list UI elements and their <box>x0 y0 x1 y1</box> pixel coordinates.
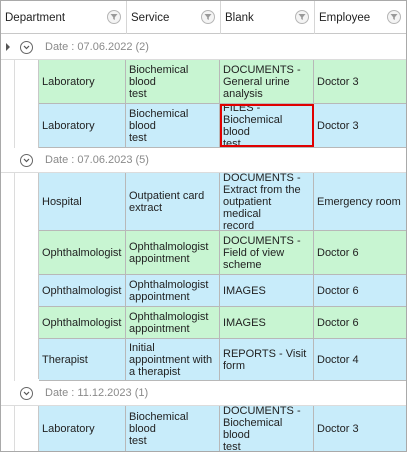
cell-service[interactable]: Ophthalmologist appointment <box>126 231 220 274</box>
cell-text: FILES - Biochemical blood test <box>223 104 283 147</box>
column-header-label: Blank <box>225 11 254 24</box>
group-row[interactable]: Date : 07.06.2023 (5) <box>1 148 406 173</box>
group-label: Date : 07.06.2022 (2) <box>45 41 149 53</box>
cell-text: REPORTS - Visit form <box>223 347 307 372</box>
cell-text: Ophthalmologist appointment <box>129 310 209 335</box>
column-header-label: Employee <box>319 11 371 24</box>
cell-department[interactable]: Laboratory <box>39 406 126 451</box>
cell-service[interactable]: Biochemical blood test <box>126 60 220 103</box>
cell-department[interactable]: Ophthalmologist <box>39 307 126 338</box>
cell-text: Doctor 4 <box>317 353 359 366</box>
cell-service[interactable]: Biochemical blood test <box>126 406 220 451</box>
cell-text: Ophthalmologist <box>42 284 122 297</box>
column-header-label: Department <box>5 11 66 24</box>
table-row[interactable]: Ophthalmologist Ophthalmologist appointm… <box>39 231 406 275</box>
filter-icon[interactable] <box>201 10 215 24</box>
cell-department[interactable]: Laboratory <box>39 104 126 147</box>
cell-employee[interactable]: Doctor 6 <box>314 307 406 338</box>
collapse-icon[interactable] <box>20 387 33 400</box>
column-header-employee[interactable]: Employee <box>315 1 406 34</box>
group-label: Date : 11.12.2023 (1) <box>45 387 149 399</box>
cell-department[interactable]: Therapist <box>39 339 126 380</box>
current-row-indicator-icon <box>6 43 10 51</box>
table-row[interactable]: Laboratory Biochemical blood test DOCUME… <box>39 406 406 452</box>
filter-icon[interactable] <box>107 10 121 24</box>
cell-employee[interactable]: Doctor 6 <box>314 275 406 306</box>
table-row[interactable]: Ophthalmologist Ophthalmologist appointm… <box>39 307 406 339</box>
cell-service[interactable]: Ophthalmologist appointment <box>126 307 220 338</box>
cell-text: Doctor 6 <box>317 246 359 259</box>
table-row[interactable]: Laboratory Biochemical blood test DOCUME… <box>39 60 406 104</box>
cell-text: Therapist <box>42 353 88 366</box>
cell-text: DOCUMENTS - Field of view scheme <box>223 234 301 271</box>
group-indent <box>15 60 39 148</box>
filter-icon[interactable] <box>295 10 309 24</box>
cell-text: Hospital <box>42 195 82 208</box>
table-row[interactable]: Hospital Outpatient card extract DOCUMEN… <box>39 173 406 231</box>
cell-service[interactable]: Ophthalmologist appointment <box>126 275 220 306</box>
cell-text: Outpatient card extract <box>129 189 205 214</box>
cell-text: Doctor 3 <box>317 423 359 435</box>
cell-employee[interactable]: Doctor 3 <box>314 104 406 147</box>
column-header-service[interactable]: Service <box>127 1 221 34</box>
cell-text: DOCUMENTS - Biochemical blood test <box>223 406 301 452</box>
cell-text: Laboratory <box>42 119 95 132</box>
cell-text: Laboratory <box>42 423 95 435</box>
group-row[interactable]: Date : 07.06.2022 (2) <box>1 35 406 60</box>
cell-blank[interactable]: IMAGES <box>220 307 314 338</box>
cell-employee[interactable]: Doctor 6 <box>314 231 406 274</box>
column-header-blank[interactable]: Blank <box>221 1 315 34</box>
cell-department[interactable]: Ophthalmologist <box>39 231 126 274</box>
cell-blank[interactable]: DOCUMENTS - General urine analysis <box>220 60 314 103</box>
cell-text: DOCUMENTS - General urine analysis <box>223 63 301 100</box>
cell-text: Doctor 6 <box>317 316 359 329</box>
cell-service[interactable]: Initial appointment with a therapist <box>126 339 220 380</box>
cell-text: Ophthalmologist <box>42 316 122 329</box>
cell-department[interactable]: Laboratory <box>39 60 126 103</box>
cell-text: Laboratory <box>42 75 95 88</box>
cell-text: Ophthalmologist <box>42 246 122 259</box>
collapse-icon[interactable] <box>20 41 33 54</box>
cell-employee[interactable]: Doctor 3 <box>314 60 406 103</box>
cell-text: IMAGES <box>223 284 266 297</box>
cell-text: Doctor 3 <box>317 75 359 88</box>
cell-text: Emergency room <box>317 195 401 208</box>
cell-employee[interactable]: Emergency room <box>314 173 406 230</box>
cell-text: Biochemical blood test <box>129 63 189 100</box>
group-label: Date : 07.06.2023 (5) <box>45 154 149 166</box>
cell-text: Initial appointment with a therapist <box>129 341 213 378</box>
cell-blank[interactable]: REPORTS - Visit form <box>220 339 314 380</box>
filter-icon[interactable] <box>387 10 401 24</box>
group-indent <box>15 405 39 451</box>
data-grid: Department Service Blank Employee Date:… <box>0 0 407 452</box>
cell-text: Doctor 6 <box>317 284 359 297</box>
cell-employee[interactable]: Doctor 3 <box>314 406 406 451</box>
cell-text: Ophthalmologist appointment <box>129 240 209 265</box>
cell-blank[interactable]: DOCUMENTS - Field of view scheme <box>220 231 314 274</box>
cell-blank[interactable]: IMAGES <box>220 275 314 306</box>
cell-text: Biochemical blood test <box>129 107 189 144</box>
cell-text: Doctor 3 <box>317 119 359 132</box>
cell-department[interactable]: Hospital <box>39 173 126 230</box>
group-row[interactable]: Date : 11.12.2023 (1) <box>1 381 406 406</box>
table-row[interactable]: Ophthalmologist Ophthalmologist appointm… <box>39 275 406 307</box>
cell-blank[interactable]: DOCUMENTS - Biochemical blood test <box>220 406 314 452</box>
cell-text: DOCUMENTS - Extract from the outpatient … <box>223 173 301 230</box>
table-row[interactable]: Laboratory Biochemical blood test FILES … <box>39 104 406 148</box>
grid-header: Department Service Blank Employee <box>1 1 406 34</box>
cell-blank[interactable]: DOCUMENTS - Extract from the outpatient … <box>220 173 314 230</box>
collapse-icon[interactable] <box>20 154 33 167</box>
cell-department[interactable]: Ophthalmologist <box>39 275 126 306</box>
group-indent <box>15 173 39 379</box>
column-header-department[interactable]: Department <box>1 1 127 34</box>
cell-employee[interactable]: Doctor 4 <box>314 339 406 380</box>
cell-blank-selected[interactable]: FILES - Biochemical blood test <box>220 104 314 147</box>
cell-text: Ophthalmologist appointment <box>129 278 209 303</box>
cell-service[interactable]: Biochemical blood test <box>126 104 220 147</box>
column-header-label: Service <box>131 11 170 24</box>
table-row[interactable]: Therapist Initial appointment with a the… <box>39 339 406 381</box>
cell-text: IMAGES <box>223 316 266 329</box>
cell-text: Biochemical blood test <box>129 411 189 447</box>
cell-service[interactable]: Outpatient card extract <box>126 173 220 230</box>
